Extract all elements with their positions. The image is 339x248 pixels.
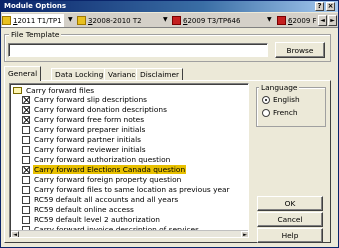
radio-dot	[262, 95, 270, 104]
document-icon	[172, 16, 181, 25]
file-template-label: File Template	[9, 30, 62, 39]
browse-button[interactable]: Browse	[275, 42, 325, 58]
tree-root-item[interactable]: Carry forward files	[13, 86, 95, 95]
chevron-down-icon[interactable]: ▼	[163, 16, 168, 23]
option-item[interactable]: Carry forward Elections Canada question	[22, 165, 187, 174]
help-title-button[interactable]: ?	[315, 2, 324, 11]
radio-english[interactable]: English	[262, 95, 300, 104]
option-item[interactable]: Carry forward files to same location as …	[22, 185, 231, 194]
radio-french-label: French	[273, 108, 298, 117]
horizontal-scrollbar[interactable]: ◄ ►	[11, 230, 248, 237]
option-checkbox[interactable]	[22, 155, 30, 164]
close-icon[interactable]: ×	[326, 2, 335, 11]
option-label: Carry forward preparer initials	[34, 125, 146, 134]
file-tab-label: 2008-2010 T2	[92, 16, 142, 25]
option-item[interactable]: Carry forward authorization question	[22, 155, 171, 164]
document-icon	[277, 16, 286, 25]
title-bar[interactable]: Module Options ? ×	[1, 1, 338, 12]
option-item[interactable]: RC59 default level 2 authorization	[22, 215, 161, 224]
option-item[interactable]: RC59 default all accounts and all years	[22, 195, 179, 204]
document-icon	[77, 16, 86, 25]
option-item[interactable]: RC59 default online access	[22, 205, 135, 214]
option-checkbox[interactable]	[22, 215, 30, 224]
language-label: Language	[259, 83, 300, 92]
document-icon	[2, 16, 11, 25]
option-item[interactable]: Carry forward reviewer initials	[22, 145, 147, 154]
radio-dot	[262, 108, 270, 117]
radio-french[interactable]: French	[262, 108, 298, 117]
scroll-left-icon[interactable]: ◄	[11, 231, 19, 237]
radio-english-label: English	[273, 95, 300, 104]
option-checkbox[interactable]	[22, 105, 30, 114]
option-label: RC59 default level 2 authorization	[34, 215, 160, 224]
option-label: RC59 default all accounts and all years	[34, 195, 179, 204]
tab-general[interactable]: General	[4, 66, 42, 81]
option-checkbox[interactable]	[22, 185, 30, 194]
scroll-right-icon[interactable]: ►	[241, 231, 248, 237]
option-checkbox[interactable]	[22, 115, 30, 124]
folder-icon	[13, 87, 22, 94]
option-item[interactable]: Carry forward slip descriptions	[22, 95, 148, 104]
chevron-down-icon[interactable]: ▼	[267, 16, 272, 23]
chevron-down-icon[interactable]: ▼	[68, 16, 73, 23]
option-checkbox[interactable]	[22, 95, 30, 104]
option-checkbox[interactable]	[22, 145, 30, 154]
option-label: Carry forward slip descriptions	[34, 95, 147, 104]
option-checkbox[interactable]	[22, 165, 30, 174]
option-label: Carry forward reviewer initials	[34, 145, 146, 154]
option-label: RC59 default online access	[34, 205, 134, 214]
tree-root-label: Carry forward files	[26, 86, 95, 95]
file-tab-2011-t1[interactable]: 1 2011 T1/TP1	[2, 14, 64, 27]
scroll-left-icon[interactable]: ◄	[318, 15, 327, 26]
file-tab-label: 2011 T1/TP1	[17, 16, 62, 25]
option-label: Carry forward free form notes	[34, 115, 145, 124]
option-label: Carry forward files to same location as …	[34, 185, 230, 194]
option-item[interactable]: Carry forward foreign property question	[22, 175, 182, 184]
file-template-input[interactable]	[8, 43, 268, 57]
cancel-button[interactable]: Cancel	[257, 212, 323, 227]
file-tab-strip: 1 2011 T1/TP1 ▼ 3 2008-2010 T2 ▼ 6 2009 …	[1, 13, 338, 28]
option-checkbox[interactable]	[22, 125, 30, 134]
file-tab-label: 2009 T3/TP646	[187, 16, 241, 25]
ok-button[interactable]: OK	[257, 196, 323, 211]
option-checkbox[interactable]	[22, 135, 30, 144]
option-label: Carry forward Elections Canada question	[33, 165, 187, 174]
option-label: Carry forward partner initials	[34, 135, 141, 144]
option-checkbox[interactable]	[22, 195, 30, 204]
option-label: Carry forward donation descriptions	[34, 105, 167, 114]
help-button[interactable]: Help	[257, 228, 323, 243]
option-label: Carry forward foreign property question	[34, 175, 182, 184]
option-item[interactable]: Carry forward donation descriptions	[22, 105, 168, 114]
option-label: Carry forward authorization question	[34, 155, 171, 164]
option-item[interactable]: Carry forward free form notes	[22, 115, 145, 124]
module-options-window: Module Options ? × 1 2011 T1/TP1 ▼ 3 200…	[0, 0, 339, 248]
language-group	[256, 87, 326, 127]
option-item[interactable]: Carry forward preparer initials	[22, 125, 146, 134]
option-item[interactable]: Carry forward partner initials	[22, 135, 142, 144]
file-tab-2009-f[interactable]: 6 2009 F	[277, 14, 319, 27]
option-checkbox[interactable]	[22, 175, 30, 184]
options-tree[interactable]: Carry forward files Carry forward slip d…	[9, 83, 249, 238]
window-title: Module Options	[4, 2, 67, 10]
file-tab-2008-t2[interactable]: 3 2008-2010 T2	[77, 14, 147, 27]
file-tab-label: 2009 F	[292, 16, 317, 25]
option-checkbox[interactable]	[22, 205, 30, 214]
file-tab-2009-t3[interactable]: 6 2009 T3/TP646	[172, 14, 257, 27]
scroll-right-icon[interactable]: ►	[328, 15, 337, 26]
